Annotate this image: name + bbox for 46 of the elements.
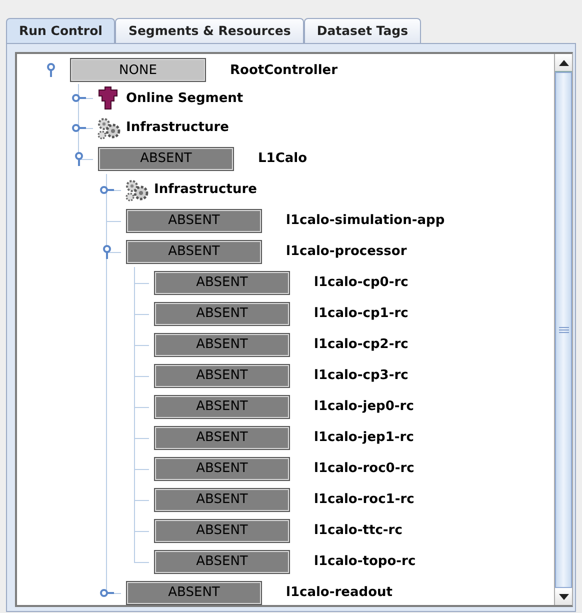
status-button[interactable]: ABSENT [154,426,290,450]
status-button[interactable]: ABSENT [154,364,290,388]
controller-name: l1calo-readout [286,585,392,600]
status-button[interactable]: ABSENT [154,270,290,294]
scrollbar[interactable] [554,54,572,605]
controller-name: l1calo-processor [286,244,407,259]
status-button[interactable]: ABSENT [154,456,290,480]
controller-name: l1calo-topo-rc [314,554,416,569]
tab[interactable]: Run Control [6,18,116,43]
status-button[interactable]: ABSENT [154,394,290,418]
scroll-up-icon[interactable] [558,60,568,66]
status-button[interactable]: ABSENT [154,550,290,574]
status-button[interactable]: ABSENT [126,240,262,264]
expanded-handle-icon[interactable] [44,63,58,77]
controller-name: RootController [230,62,338,78]
scroll-down-icon[interactable] [558,594,568,600]
controller-name: L1Calo [258,151,308,166]
tab[interactable]: Segments & Resources [115,18,304,43]
controller-name: l1calo-jep1-rc [314,430,414,445]
controller-name: l1calo-simulation-app [286,213,445,228]
controller-name: l1calo-cp1-rc [314,306,408,321]
controller-name: l1calo-ttc-rc [314,523,402,538]
gears-icon [124,178,150,202]
status-button[interactable]: ABSENT [98,146,234,170]
expanded-handle-icon[interactable] [72,152,86,166]
controller-name: l1calo-roc1-rc [314,492,414,507]
collapsed-handle-icon[interactable] [72,91,86,105]
expanded-handle-icon[interactable] [100,244,114,258]
status-button[interactable]: ABSENT [126,580,262,604]
controller-name: l1calo-cp0-rc [314,275,408,290]
segment-name: Online Segment [126,90,244,106]
status-button[interactable]: NONE [70,58,206,82]
status-button[interactable]: ABSENT [154,518,290,542]
controller-name: l1calo-cp2-rc [314,337,408,352]
status-button[interactable]: ABSENT [126,208,262,232]
infrastructure-name: Infrastructure [154,182,257,197]
controller-name: l1calo-jep0-rc [314,399,414,414]
controller-name: l1calo-cp3-rc [314,368,408,383]
controller-name: l1calo-roc0-rc [314,461,414,476]
status-button[interactable]: ABSENT [154,302,290,326]
grip-icon [558,327,568,333]
status-button[interactable]: ABSENT [154,332,290,356]
tab[interactable]: Dataset Tags [304,18,422,43]
status-button[interactable]: ABSENT [154,488,290,512]
gears-icon [96,116,122,140]
infrastructure-name: Infrastructure [126,120,229,135]
